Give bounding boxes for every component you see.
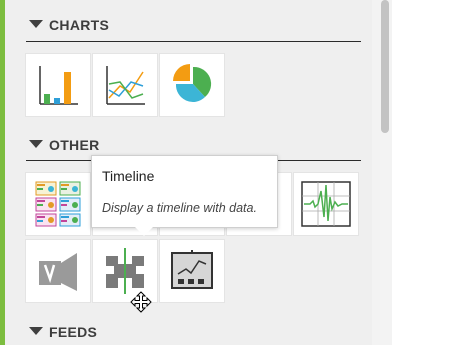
section-header-feeds[interactable]: FEEDS bbox=[29, 319, 97, 345]
line-chart-icon bbox=[106, 66, 145, 105]
widget-tile-dashboard-grid[interactable] bbox=[26, 173, 90, 235]
widget-tile-kpi-screen[interactable] bbox=[160, 240, 224, 302]
section-label-feeds: FEEDS bbox=[49, 324, 98, 340]
caret-down-icon bbox=[29, 327, 43, 335]
widget-tile-waveform[interactable] bbox=[294, 173, 358, 235]
section-header-charts[interactable]: CHARTS bbox=[29, 12, 109, 38]
kpi-screen-icon bbox=[171, 250, 213, 289]
tooltip: Timeline Display a timeline with data. bbox=[91, 155, 278, 228]
caret-down-icon bbox=[29, 20, 43, 28]
tooltip-description: Display a timeline with data. bbox=[102, 201, 257, 215]
move-cursor-icon bbox=[130, 291, 152, 313]
content-area bbox=[392, 0, 457, 345]
widget-tile-video-player[interactable] bbox=[26, 240, 90, 302]
pie-chart-icon bbox=[173, 64, 212, 102]
caret-down-icon bbox=[29, 140, 43, 148]
widget-tile-line-chart[interactable] bbox=[93, 54, 157, 116]
widget-tile-bar-chart[interactable] bbox=[26, 54, 90, 116]
section-label-other: OTHER bbox=[49, 137, 100, 153]
bar-chart-icon bbox=[39, 66, 78, 105]
section-label-charts: CHARTS bbox=[49, 17, 110, 33]
widget-tile-pie-chart[interactable] bbox=[160, 54, 224, 116]
section-divider bbox=[26, 41, 361, 42]
tooltip-title: Timeline bbox=[102, 168, 155, 184]
tooltip-arrow bbox=[135, 227, 153, 236]
scrollbar-thumb[interactable] bbox=[381, 0, 389, 133]
video-player-icon bbox=[39, 253, 77, 291]
waveform-icon bbox=[301, 181, 351, 227]
section-header-other[interactable]: OTHER bbox=[29, 132, 100, 158]
dashboard-grid-icon bbox=[35, 181, 81, 227]
timeline-icon bbox=[106, 248, 144, 294]
